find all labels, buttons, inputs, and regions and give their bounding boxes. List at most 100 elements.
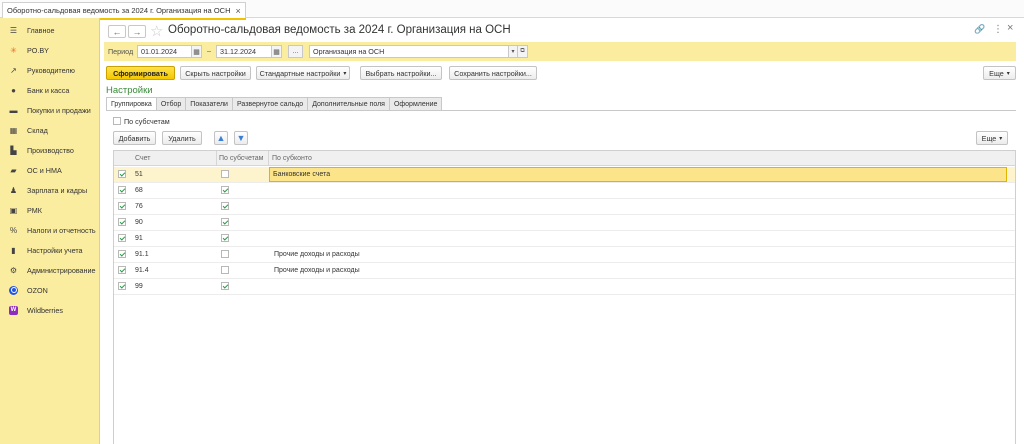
cell-subconto[interactable]: Прочие доходы и расходы xyxy=(274,247,360,262)
standard-settings-button[interactable]: Стандартные настройки ▾ xyxy=(256,66,350,80)
column-separator xyxy=(216,151,217,166)
arrow-right-icon: → xyxy=(132,26,142,37)
sidebar-item-label: Налоги и отчетность xyxy=(27,225,96,235)
sidebar-item-label: PO.BY xyxy=(27,45,49,55)
back-button[interactable]: ← xyxy=(108,25,126,38)
forward-button[interactable]: → xyxy=(128,25,146,38)
star-icon[interactable]: ☆ xyxy=(150,22,163,40)
table-row[interactable]: 68 xyxy=(114,183,1015,199)
chevron-down-icon: ▾ xyxy=(999,135,1003,142)
hide-settings-button[interactable]: Скрыть настройки xyxy=(180,66,251,80)
tab-additional-fields[interactable]: Дополнительные поля xyxy=(308,97,390,111)
period-select-button[interactable]: ... xyxy=(288,45,303,58)
tab-filter[interactable]: Отбор xyxy=(156,97,187,111)
column-account[interactable]: Счет xyxy=(135,151,151,166)
sidebar-item-main[interactable]: ☰ Главное xyxy=(0,20,100,40)
row-by-subaccounts-checkbox[interactable] xyxy=(221,234,229,242)
open-icon[interactable]: ⧉ xyxy=(517,45,528,58)
cell-subconto[interactable]: Банковские счета xyxy=(269,167,1007,182)
table-row[interactable]: 99 xyxy=(114,279,1015,295)
sidebar-item-label: Зарплата и кадры xyxy=(27,185,88,195)
sidebar-item-rmk[interactable]: ▣ РМК xyxy=(0,200,100,220)
more-button[interactable]: Еще ▾ xyxy=(983,66,1016,80)
tab-appearance[interactable]: Оформление xyxy=(389,97,443,111)
row-enabled-checkbox[interactable] xyxy=(118,186,126,194)
sidebar-item-ozon[interactable]: OZON xyxy=(0,280,100,300)
page-title: Оборотно-сальдовая ведомость за 2024 г. … xyxy=(168,24,511,36)
row-enabled-checkbox[interactable] xyxy=(118,234,126,242)
close-icon[interactable]: × xyxy=(1007,22,1013,34)
period-label: Период xyxy=(108,47,134,56)
date-to-field[interactable]: 31.12.2024 xyxy=(216,45,272,58)
table-row[interactable]: 91 xyxy=(114,231,1015,247)
row-by-subaccounts-checkbox[interactable] xyxy=(221,266,229,274)
sidebar-item-taxes[interactable]: % Налоги и отчетность xyxy=(0,220,100,240)
tab-grouping[interactable]: Группировка xyxy=(106,97,157,111)
calendar-icon[interactable]: ▦ xyxy=(191,45,202,58)
period-dash: – xyxy=(207,46,211,55)
table-row[interactable]: 76 xyxy=(114,199,1015,215)
row-by-subaccounts-checkbox[interactable] xyxy=(221,202,229,210)
cell-account: 90 xyxy=(135,219,143,226)
row-enabled-checkbox[interactable] xyxy=(118,202,126,210)
row-enabled-checkbox[interactable] xyxy=(118,170,126,178)
row-enabled-checkbox[interactable] xyxy=(118,250,126,258)
table-row[interactable]: 90 xyxy=(114,215,1015,231)
link-icon[interactable]: 🔗 xyxy=(974,24,985,35)
calendar-icon[interactable]: ▦ xyxy=(271,45,282,58)
row-enabled-checkbox[interactable] xyxy=(118,266,126,274)
sidebar-item-fixed-assets[interactable]: ▰ ОС и НМА xyxy=(0,160,100,180)
cart-icon: ▬ xyxy=(9,105,18,115)
sidebar: ☰ Главное ✳ PO.BY ↗ Руководителю ● Банк … xyxy=(0,18,100,444)
add-button[interactable]: Добавить xyxy=(113,131,156,145)
cell-subconto[interactable]: Прочие доходы и расходы xyxy=(274,263,360,278)
column-by-subaccounts[interactable]: По субсчетам xyxy=(219,151,263,166)
row-by-subaccounts-checkbox[interactable] xyxy=(221,170,229,178)
more-label: Еще xyxy=(989,68,1004,78)
row-by-subaccounts-checkbox[interactable] xyxy=(221,218,229,226)
cell-account: 91 xyxy=(135,235,143,242)
move-up-button[interactable]: ▲ xyxy=(214,131,228,145)
row-enabled-checkbox[interactable] xyxy=(118,218,126,226)
sidebar-item-label: Склад xyxy=(27,125,48,135)
sidebar-item-bank[interactable]: ● Банк и касса xyxy=(0,80,100,100)
organization-field[interactable]: Организация на ОСН xyxy=(309,45,509,58)
sidebar-item-warehouse[interactable]: ▦ Склад xyxy=(0,120,100,140)
table-row[interactable]: 51 Банковские счета xyxy=(114,167,1015,183)
by-subaccounts-checkbox[interactable] xyxy=(113,117,121,125)
generate-button[interactable]: Сформировать xyxy=(106,66,175,80)
sidebar-item-label: Производство xyxy=(27,145,74,155)
row-by-subaccounts-checkbox[interactable] xyxy=(221,250,229,258)
arrow-down-icon: ▼ xyxy=(236,133,246,143)
more-label: Еще xyxy=(981,133,997,143)
save-settings-button[interactable]: Сохранить настройки... xyxy=(449,66,537,80)
cell-account: 91.4 xyxy=(135,267,149,274)
sidebar-item-accounting-settings[interactable]: ▮ Настройки учета xyxy=(0,240,100,260)
sidebar-item-wildberries[interactable]: W Wildberries xyxy=(0,300,100,320)
row-enabled-checkbox[interactable] xyxy=(118,282,126,290)
tab-expanded-balance[interactable]: Развернутое сальдо xyxy=(232,97,309,111)
date-from-field[interactable]: 01.01.2024 xyxy=(137,45,192,58)
table-row[interactable]: 91.1 Прочие доходы и расходы xyxy=(114,247,1015,263)
sidebar-item-salary[interactable]: ♟ Зарплата и кадры xyxy=(0,180,100,200)
row-by-subaccounts-checkbox[interactable] xyxy=(221,282,229,290)
move-down-button[interactable]: ▼ xyxy=(234,131,248,145)
sidebar-item-poby[interactable]: ✳ PO.BY xyxy=(0,40,100,60)
table-row[interactable]: 91.4 Прочие доходы и расходы xyxy=(114,263,1015,279)
window-tab[interactable]: Оборотно-сальдовая ведомость за 2024 г. … xyxy=(2,2,246,20)
cell-account: 76 xyxy=(135,203,143,210)
sidebar-item-director[interactable]: ↗ Руководителю xyxy=(0,60,100,80)
more-vertical-icon[interactable]: ⋮ xyxy=(993,24,1003,35)
sidebar-item-purchases[interactable]: ▬ Покупки и продажи xyxy=(0,100,100,120)
column-by-subconto[interactable]: По субконто xyxy=(272,151,312,166)
delete-button[interactable]: Удалить xyxy=(162,131,202,145)
sidebar-item-label: ОС и НМА xyxy=(27,165,62,175)
sidebar-item-production[interactable]: ▙ Производство xyxy=(0,140,100,160)
table-more-button[interactable]: Еще ▾ xyxy=(976,131,1008,145)
tab-indicators[interactable]: Показатели xyxy=(186,97,233,111)
choose-settings-button[interactable]: Выбрать настройки... xyxy=(360,66,442,80)
close-icon[interactable]: × xyxy=(235,6,240,16)
sidebar-item-admin[interactable]: ⚙ Администрирование xyxy=(0,260,100,280)
sparkle-icon: ✳ xyxy=(10,45,17,55)
row-by-subaccounts-checkbox[interactable] xyxy=(221,186,229,194)
